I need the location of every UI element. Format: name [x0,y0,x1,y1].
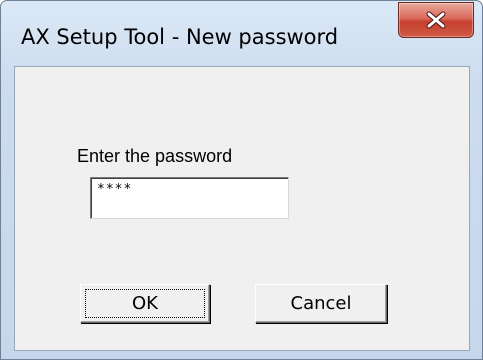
close-button[interactable] [398,2,474,38]
cancel-button[interactable]: Cancel [255,284,387,323]
cancel-button-label: Cancel [290,293,352,314]
password-input[interactable]: **** [90,177,289,219]
password-masked-value: **** [97,182,133,197]
window-title: AX Setup Tool - New password [21,25,339,49]
close-x-icon [426,11,446,29]
ok-button-label: OK [132,293,158,314]
password-prompt-label: Enter the password [77,146,233,166]
ok-button[interactable]: OK [80,284,210,323]
